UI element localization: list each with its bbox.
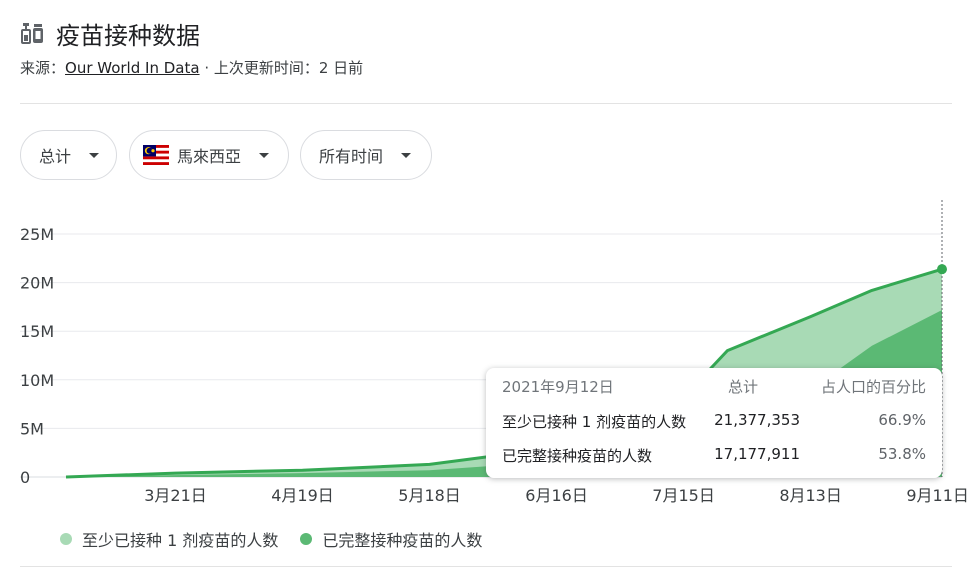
tooltip-row-label: 至少已接种 1 剂疫苗的人数 [502,413,687,431]
malaysia-flag-icon [143,145,169,165]
legend-label-dose1: 至少已接种 1 剂疫苗的人数 [82,531,279,550]
x-tick-label: 9月11日 [906,486,969,505]
tooltip-date: 2021年9月12日 [502,378,614,396]
hover-point-dose1 [937,264,947,275]
tooltip-row-total: 21,377,353 [714,411,800,429]
time-filter-label: 所有时间 [319,147,384,166]
tooltip-col-total: 总计 [727,378,758,396]
y-tick-label: 10M [20,371,54,390]
header-divider [20,103,952,104]
x-tick-label: 5月18日 [398,486,461,505]
tooltip-col-pct: 占人口的百分比 [820,378,926,396]
header: 疫苗接种数据 [20,16,200,50]
x-tick-label: 3月21日 [144,486,207,505]
source-suffix: · 上次更新时间：2 日前 [199,59,364,77]
country-filter-label: 馬來西亞 [177,147,242,166]
x-tick-label: 8月13日 [779,486,842,505]
footer-divider [20,566,952,567]
tooltip-row-pct: 66.9% [878,411,926,429]
x-tick-label: 6月16日 [525,486,588,505]
tooltip-header: 2021年9月12日 总计 占人口的百分比 [502,376,926,398]
caret-down-icon [259,152,270,158]
source-prefix: 来源： [20,59,66,77]
page-title: 疫苗接种数据 [56,21,200,50]
legend-dot-full [300,533,313,545]
country-filter-chip[interactable]: 馬來西亞 [129,130,289,180]
caret-down-icon [401,152,412,158]
y-tick-label: 5M [20,419,44,438]
metric-filter-label: 总计 [39,147,72,166]
metric-filter-chip[interactable]: 总计 [20,130,117,180]
time-filter-chip[interactable]: 所有时间 [300,130,432,180]
x-tick-label: 7月15日 [652,486,715,505]
tooltip-row-full: 已完整接种疫苗的人数 17,177,911 53.8% [502,445,926,467]
syringe-vial-icon [21,23,43,44]
x-tick-label: 4月19日 [271,486,334,505]
y-tick-label: 15M [20,322,54,341]
y-tick-label: 20M [20,274,54,293]
chart-legend: 至少已接种 1 剂疫苗的人数 已完整接种疫苗的人数 [60,527,482,551]
legend-dot-dose1 [60,533,72,545]
tooltip-row-total: 17,177,911 [714,445,800,463]
legend-label-full: 已完整接种疫苗的人数 [322,531,483,550]
tooltip-row-dose1: 至少已接种 1 剂疫苗的人数 21,377,353 66.9% [502,411,926,433]
caret-down-icon [89,152,100,158]
chart-tooltip: 2021年9月12日 总计 占人口的百分比 至少已接种 1 剂疫苗的人数 21,… [486,368,942,478]
source-line: 来源：Our World In Data · 上次更新时间：2 日前 [20,57,363,78]
tooltip-row-label: 已完整接种疫苗的人数 [502,447,653,465]
y-tick-label: 25M [20,225,54,244]
tooltip-row-pct: 53.8% [878,445,926,463]
y-tick-label: 0 [20,468,30,487]
source-link[interactable]: Our World In Data [65,59,200,77]
